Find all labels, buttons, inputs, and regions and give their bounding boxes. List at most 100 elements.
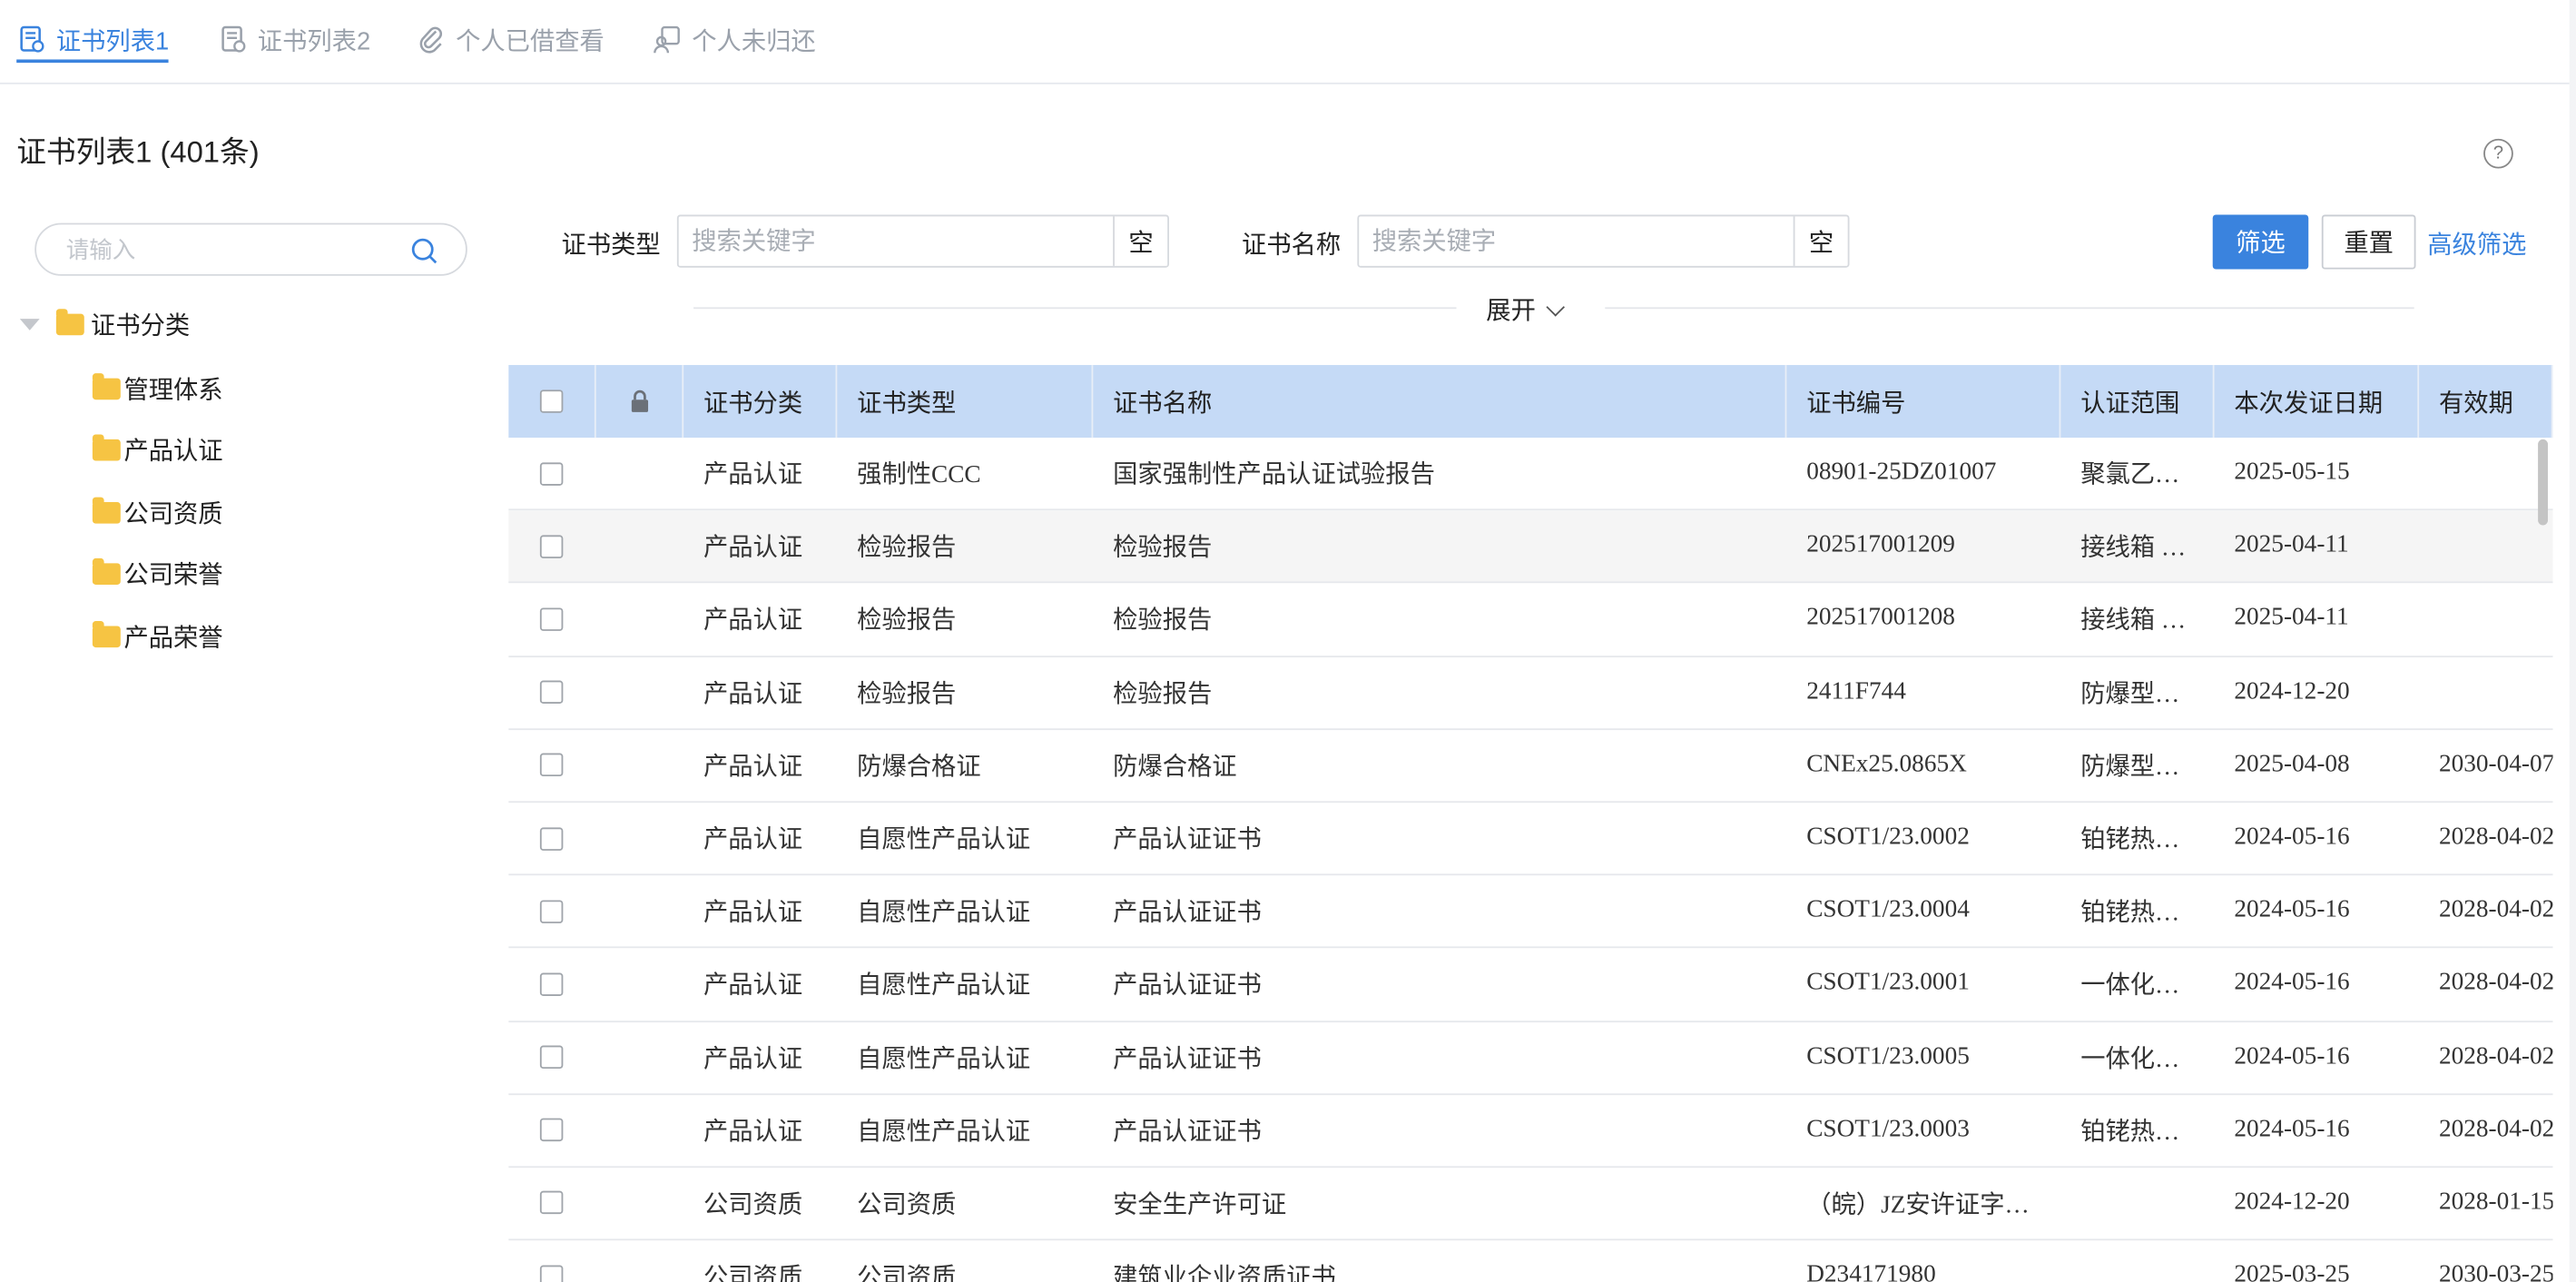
table-row[interactable]: 产品认证 自愿性产品认证 产品认证证书 CSOT1/23.0005 一体化… 2024-0… <box>508 1021 2552 1095</box>
cell-validity: 2028-04-02 <box>2438 1116 2553 1143</box>
row-lock-cell <box>596 584 683 656</box>
scrollbar-thumb[interactable] <box>2538 439 2549 526</box>
row-checkbox[interactable] <box>539 1191 564 1215</box>
filter-button[interactable]: 筛选 <box>2212 214 2309 270</box>
table-row[interactable]: 产品认证 自愿性产品认证 产品认证证书 CSOT1/23.0002 铂铑热… 2024-0… <box>508 803 2552 876</box>
cell-scope: 铂铑热… <box>2080 1119 2180 1147</box>
table-header: 证书分类 证书类型 证书名称 证书编号 认证范围 本次发证日期 有效期 <box>508 365 2553 439</box>
table-row[interactable]: 产品认证 检验报告 检验报告 202517001209 接线箱 … 2025-04-11 <box>508 510 2553 584</box>
page-title: 证书列表1 (401条) <box>16 135 260 169</box>
cell-issue-date: 2025-04-11 <box>2234 532 2349 559</box>
certificate-list-icon <box>20 25 44 53</box>
cell-name: 产品认证证书 <box>1113 1046 1262 1073</box>
column-header-validity[interactable]: 有效期 <box>2419 365 2553 439</box>
tree-root[interactable]: 证书分类 <box>19 307 190 341</box>
advanced-filter-button[interactable]: 高级筛选 <box>2427 226 2526 261</box>
row-checkbox[interactable] <box>539 972 564 996</box>
cell-name: 检验报告 <box>1113 535 1213 563</box>
row-lock-cell <box>596 1095 683 1167</box>
table-row[interactable]: 产品认证 自愿性产品认证 产品认证证书 CSOT1/23.0001 一体化… 2024-0… <box>508 949 2552 1022</box>
row-select-cell <box>508 1021 595 1093</box>
tree-item-product-honor[interactable]: 产品荣誉 <box>92 619 223 654</box>
expand-toggle[interactable]: 展开 <box>1486 292 1566 327</box>
column-header-name[interactable]: 证书名称 <box>1093 365 1787 439</box>
cell-name: 检验报告 <box>1113 608 1213 636</box>
cell-name: 产品认证证书 <box>1113 900 1262 927</box>
cell-type: 自愿性产品认证 <box>857 827 1031 854</box>
tree-item-product-certification[interactable]: 产品认证 <box>92 433 223 468</box>
lock-icon <box>631 390 649 412</box>
row-checkbox[interactable] <box>539 680 564 705</box>
row-checkbox[interactable] <box>539 461 564 486</box>
cell-validity: 2030-03-25 <box>2438 1262 2553 1282</box>
table-row[interactable]: 产品认证 自愿性产品认证 产品认证证书 CSOT1/23.0003 铂铑热… 2024-0… <box>508 1095 2552 1168</box>
row-checkbox[interactable] <box>539 754 564 777</box>
column-header-type[interactable]: 证书类型 <box>837 365 1094 439</box>
folder-icon <box>92 373 121 400</box>
tab-personal-borrowed[interactable]: 个人已借查看 <box>416 0 605 79</box>
table-row[interactable]: 产品认证 强制性CCC 国家强制性产品认证试验报告 08901-25DZ01007 聚氯… <box>508 438 2553 511</box>
table-row[interactable]: 产品认证 自愿性产品认证 产品认证证书 CSOT1/23.0004 铂铑热… 2024-0… <box>508 875 2552 949</box>
tree-item-company-qualification[interactable]: 公司资质 <box>92 496 223 530</box>
row-checkbox[interactable] <box>539 1119 564 1142</box>
column-header-scope[interactable]: 认证范围 <box>2060 365 2215 439</box>
cell-type: 自愿性产品认证 <box>857 1046 1031 1073</box>
certificate-type-empty-button[interactable]: 空 <box>1113 216 1167 266</box>
row-checkbox[interactable] <box>539 535 564 558</box>
row-checkbox[interactable] <box>539 1045 564 1070</box>
tree-item-company-honor[interactable]: 公司荣誉 <box>92 557 223 591</box>
row-checkbox[interactable] <box>539 607 564 631</box>
cell-number: CSOT1/23.0004 <box>1806 897 1970 924</box>
chevron-down-icon <box>1546 297 1566 316</box>
table-row[interactable]: 产品认证 检验报告 检验报告 202517001208 接线箱 … 2025-04-11 <box>508 584 2553 657</box>
cell-validity: 2028-01-15 <box>2438 1188 2553 1216</box>
row-checkbox[interactable] <box>539 826 564 851</box>
cell-scope <box>2060 1240 2214 1282</box>
row-checkbox[interactable] <box>539 1264 564 1282</box>
certificate-table: 证书分类 证书类型 证书名称 证书编号 认证范围 本次发证日期 有效期 产品认证… <box>508 365 2553 1282</box>
cell-type: 检验报告 <box>857 608 957 636</box>
cell-issue-date: 2025-05-15 <box>2234 459 2350 487</box>
cell-number: CNEx25.0865X <box>1806 751 1967 778</box>
cell-name: 建筑业企业资质证书 <box>1113 1265 1336 1282</box>
row-lock-cell <box>596 438 683 509</box>
tab-personal-not-returned[interactable]: 个人未归还 <box>653 0 816 79</box>
table-row[interactable]: 产品认证 防爆合格证 防爆合格证 CNEx25.0865X 防爆型… 2025-04-08… <box>508 730 2552 804</box>
row-select-cell <box>508 949 595 1021</box>
table-row[interactable]: 产品认证 检验报告 检验报告 2411F744 防爆型… 2024-12-20 <box>508 656 2553 730</box>
cell-number: CSOT1/23.0003 <box>1806 1116 1970 1143</box>
certificate-name-input[interactable] <box>1359 216 1794 266</box>
folder-icon <box>92 557 121 585</box>
table-row[interactable]: 公司资质 公司资质 建筑业企业资质证书 D234171980 2025-03-25 203… <box>508 1240 2552 1282</box>
reset-button[interactable]: 重置 <box>2321 214 2416 270</box>
help-icon[interactable]: ? <box>2483 138 2513 169</box>
cell-name: 国家强制性产品认证试验报告 <box>1113 462 1435 489</box>
caret-down-icon[interactable] <box>19 319 40 330</box>
cell-scope: 铂铑热… <box>2080 900 2180 927</box>
tab-label: 证书列表2 <box>257 27 371 55</box>
row-lock-cell <box>596 875 683 947</box>
lock-column <box>596 365 684 439</box>
tree-item-management-system[interactable]: 管理体系 <box>92 371 223 406</box>
sidebar-search-input[interactable] <box>63 234 400 265</box>
tab-certificate-list-1[interactable]: 证书列表1 <box>16 0 170 79</box>
row-select-cell <box>508 510 595 582</box>
row-lock-cell <box>596 1021 683 1093</box>
cell-validity <box>2419 510 2552 582</box>
certificate-name-empty-button[interactable]: 空 <box>1793 216 1848 266</box>
column-header-number[interactable]: 证书编号 <box>1786 365 2061 439</box>
table-row[interactable]: 公司资质 公司资质 安全生产许可证 （皖）JZ安许证字… 2024-12-20 2028-… <box>508 1168 2553 1241</box>
search-icon[interactable] <box>409 236 439 266</box>
tree-item-label: 产品荣誉 <box>123 624 223 653</box>
cell-category: 产品认证 <box>703 900 803 927</box>
tree-item-label: 管理体系 <box>123 376 223 405</box>
column-header-issue-date[interactable]: 本次发证日期 <box>2215 365 2420 439</box>
certificate-type-input[interactable] <box>678 216 1114 266</box>
column-header-category[interactable]: 证书分类 <box>683 365 838 439</box>
tab-certificate-list-2[interactable]: 证书列表2 <box>218 0 370 79</box>
cell-scope <box>2060 1168 2214 1239</box>
cell-category: 产品认证 <box>703 1119 803 1147</box>
select-all-checkbox[interactable] <box>539 390 564 413</box>
row-checkbox[interactable] <box>539 899 564 923</box>
cell-type: 公司资质 <box>857 1265 957 1282</box>
